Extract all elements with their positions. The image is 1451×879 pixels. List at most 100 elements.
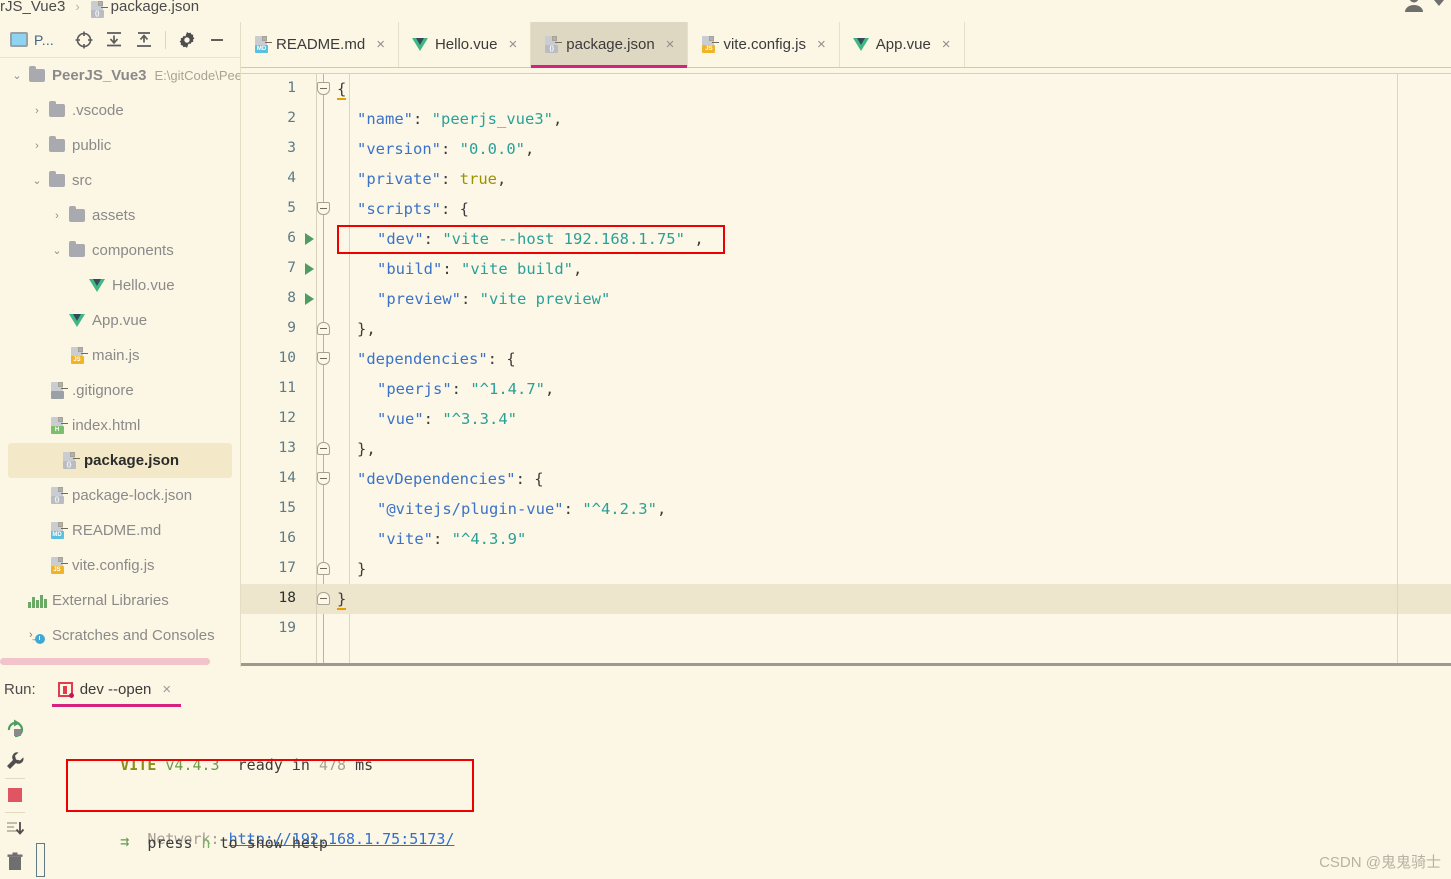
chevron-down-icon[interactable] (1433, 0, 1445, 8)
code-line[interactable]: "dependencies": { (317, 344, 1451, 374)
project-panel-hscrollbar[interactable] (0, 658, 210, 665)
fold-toggle-icon[interactable] (317, 322, 330, 335)
jsonjson-file-icon: {} (50, 487, 68, 504)
tree-item-src[interactable]: ⌄ src (0, 163, 240, 198)
chevron-down-icon[interactable]: ⌄ (48, 244, 66, 257)
tree-item-vscode[interactable]: › .vscode (0, 93, 240, 128)
tree-item-vite-config-js[interactable]: JS vite.config.js (0, 548, 240, 583)
chevron-right-icon[interactable]: › (48, 210, 66, 222)
tab-close-icon[interactable]: × (509, 36, 518, 53)
tree-item-assets[interactable]: › assets (0, 198, 240, 233)
code-line[interactable]: } (317, 554, 1451, 584)
chevron-down-icon[interactable]: ⌄ (28, 174, 46, 187)
scroll-to-end-icon[interactable] (0, 812, 30, 845)
tree-item-index-html[interactable]: Hindex.html (0, 408, 240, 443)
editor-tab-hello-vue[interactable]: Hello.vue × (399, 22, 532, 67)
code-line[interactable]: "preview": "vite preview" (317, 284, 1451, 314)
expand-all-icon[interactable] (100, 27, 128, 53)
gear-icon[interactable] (173, 27, 201, 53)
code-token: "peerjs" (377, 380, 452, 398)
tree-item-package-lock-json[interactable]: {} package-lock.json (0, 478, 240, 513)
tab-file-icon (411, 38, 428, 51)
code-line[interactable]: "version": "0.0.0", (317, 134, 1451, 164)
tab-close-icon[interactable]: × (376, 36, 385, 53)
wrench-icon[interactable] (0, 744, 30, 777)
editor-gutter[interactable]: 1 2 3 4 5 6 7 8 9 10 11 12 13 14 15 16 17 18 19 (241, 74, 317, 666)
code-line[interactable]: "build": "vite build", (317, 254, 1451, 284)
fold-toggle-icon[interactable] (317, 352, 330, 365)
minus-icon[interactable] (203, 27, 231, 53)
tree-item-package-json[interactable]: {} package.json (8, 443, 232, 478)
code-line[interactable]: "devDependencies": { (317, 464, 1451, 494)
fold-toggle-icon[interactable] (317, 442, 330, 455)
project-panel-title[interactable]: P... (10, 32, 54, 48)
run-script-icon[interactable] (305, 233, 314, 245)
file-icon (50, 382, 68, 399)
chevron-right-icon[interactable]: › (28, 140, 46, 152)
js-file-icon: JS (70, 347, 88, 364)
rerun-icon[interactable] (0, 711, 30, 744)
tab-file-icon: {} (544, 36, 563, 53)
fold-toggle-icon[interactable] (317, 562, 330, 575)
code-line[interactable]: "vue": "^3.3.4" (317, 404, 1451, 434)
tree-item-app-vue[interactable]: App.vue (0, 303, 240, 338)
run-script-icon[interactable] (305, 263, 314, 275)
account-icon[interactable] (1403, 0, 1429, 14)
editor-tab-vite-config-js[interactable]: JS vite.config.js × (688, 22, 840, 67)
tree-item-components[interactable]: ⌄ components (0, 233, 240, 268)
run-script-icon[interactable] (305, 293, 314, 305)
fold-toggle-icon[interactable] (317, 82, 330, 95)
code-editor[interactable]: 1 2 3 4 5 6 7 8 9 10 11 12 13 14 15 16 17 18 19 {"name": "… (241, 68, 1451, 666)
breadcrumb-file[interactable]: package.json (111, 0, 199, 15)
code-text: "scripts": { (357, 200, 469, 218)
tree-item-peerjs-vue3[interactable]: ⌄ PeerJS_Vue3 E:\gitCode\Pee (0, 58, 240, 93)
fold-toggle-icon[interactable] (317, 592, 330, 605)
tree-item-icon: {} (46, 487, 68, 504)
tree-item-main-js[interactable]: JS main.js (0, 338, 240, 373)
code-line[interactable] (317, 614, 1451, 644)
editor-tab-readme-md[interactable]: MD README.md × (241, 22, 399, 67)
trash-icon[interactable] (0, 846, 30, 879)
ide-window: rJS_Vue3 › {} package.json P... ⌄ PeerJS… (0, 0, 1451, 879)
chevron-down-icon[interactable]: ⌄ (8, 69, 26, 82)
tab-close-icon[interactable]: × (817, 36, 826, 53)
tab-close-icon[interactable]: × (942, 36, 951, 53)
code-line[interactable]: "@vitejs/plugin-vue": "^4.2.3", (317, 494, 1451, 524)
code-line[interactable]: }, (317, 434, 1451, 464)
run-tab-dev-open[interactable]: dev --open × (51, 669, 182, 709)
project-tree[interactable]: ⌄ PeerJS_Vue3 E:\gitCode\Pee › .vscode › publi… (0, 58, 240, 653)
code-line[interactable]: "peerjs": "^1.4.7", (317, 374, 1451, 404)
code-content[interactable]: {"name": "peerjs_vue3", "version": "0.0.0… (317, 74, 1451, 666)
chevron-right-icon[interactable]: › (28, 105, 46, 117)
editor-tab-app-vue[interactable]: App.vue × (840, 22, 965, 67)
tree-item-icon (26, 66, 48, 82)
select-opened-file-icon[interactable] (70, 27, 98, 53)
code-line[interactable]: "name": "peerjs_vue3", (317, 104, 1451, 134)
tree-item-gitignore[interactable]: .gitignore (0, 373, 240, 408)
toolbar-divider (165, 30, 167, 49)
editor-tabbar[interactable]: MD README.md × Hello.vue ×{} package.json × JS v… (241, 22, 1451, 68)
run-tab-close-icon[interactable]: × (162, 681, 171, 698)
collapse-all-icon[interactable] (130, 27, 158, 53)
tree-item-public[interactable]: › public (0, 128, 240, 163)
tree-item-hello-vue[interactable]: Hello.vue (0, 268, 240, 303)
run-console[interactable]: VITE v4.4.3 ready in 478 ms → Network: h… (30, 711, 1451, 879)
breadcrumb-project[interactable]: rJS_Vue3 (0, 0, 65, 15)
code-line[interactable]: }, (317, 314, 1451, 344)
code-line[interactable]: "vite": "^4.3.9" (317, 524, 1451, 554)
fold-toggle-icon[interactable] (317, 202, 330, 215)
account-area[interactable] (1403, 0, 1445, 14)
code-line[interactable]: "dev": "vite --host 192.168.1.75" , (317, 224, 1451, 254)
tree-item-external-libraries[interactable]: External Libraries (0, 583, 240, 618)
run-side-toolbar[interactable] (0, 711, 30, 879)
code-line[interactable]: "private": true, (317, 164, 1451, 194)
tab-close-icon[interactable]: × (666, 36, 675, 53)
editor-tab-package-json[interactable]: {} package.json × (531, 22, 689, 68)
tree-item-readme-md[interactable]: MD README.md (0, 513, 240, 548)
code-line[interactable]: { (317, 74, 1451, 104)
code-line[interactable]: "scripts": { (317, 194, 1451, 224)
tree-item-scratches-and-consoles[interactable]: ›_ Scratches and Consoles (0, 618, 240, 653)
stop-icon[interactable] (0, 778, 30, 811)
code-line[interactable]: } (317, 584, 1451, 614)
fold-toggle-icon[interactable] (317, 472, 330, 485)
